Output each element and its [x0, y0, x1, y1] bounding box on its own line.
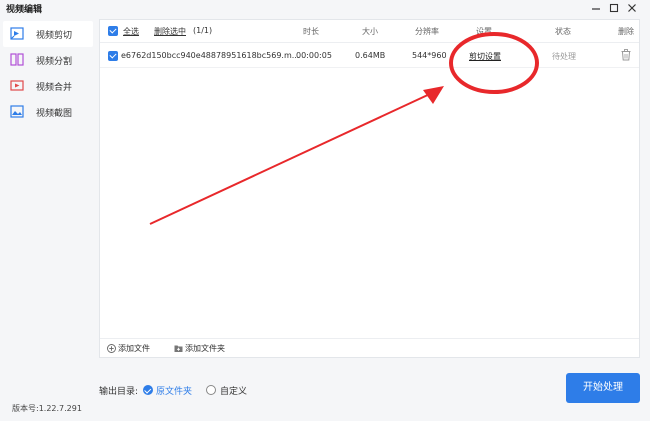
- option-custom-label[interactable]: 自定义: [220, 384, 247, 397]
- file-count: (1/1): [193, 26, 213, 35]
- file-name: e6762d150bcc940e48878951618bc569.m...: [121, 51, 300, 60]
- sidebar-item-label: 视频剪切: [36, 31, 73, 41]
- version-label: 版本号:1.22.7.291: [12, 404, 82, 413]
- panel-footer: 添加文件 添加文件夹: [100, 338, 639, 358]
- close-icon[interactable]: [625, 1, 639, 15]
- plus-circle-icon: [107, 344, 116, 353]
- sidebar-item-video-screenshot[interactable]: 视频截图: [3, 99, 93, 125]
- delete-selected-link[interactable]: 删除选中: [154, 26, 186, 37]
- trash-icon[interactable]: [621, 49, 631, 63]
- sidebar-item-label: 视频截图: [36, 109, 73, 119]
- column-header-duration: 时长: [303, 27, 319, 36]
- row-checkbox[interactable]: [108, 51, 118, 61]
- folder-plus-icon: [174, 344, 183, 353]
- table-row[interactable]: e6762d150bcc940e48878951618bc569.m... 00…: [100, 44, 639, 68]
- sidebar-item-video-cut[interactable]: 视频剪切: [3, 21, 93, 47]
- column-header-settings: 设置: [476, 27, 492, 36]
- file-duration: 00:00:05: [296, 51, 332, 60]
- cut-settings-link[interactable]: 剪切设置: [469, 51, 501, 62]
- status-badge: 待处理: [552, 52, 576, 61]
- sidebar-item-video-merge[interactable]: 视频合并: [3, 73, 93, 99]
- window-title: 视频编辑: [6, 5, 43, 15]
- table-header: 全选 删除选中 (1/1) 时长 大小 分辨率 设置 状态 删除: [100, 20, 639, 43]
- maximize-icon[interactable]: [607, 1, 621, 15]
- file-list-panel: 全选 删除选中 (1/1) 时长 大小 分辨率 设置 状态 删除 e6762d1…: [99, 19, 640, 358]
- minimize-icon[interactable]: [589, 1, 603, 15]
- radio-custom[interactable]: [206, 385, 216, 395]
- sidebar: 视频剪切 视频分割 视频合并 视频截图: [0, 17, 94, 421]
- output-label: 输出目录:: [99, 387, 139, 397]
- add-file-button[interactable]: 添加文件: [107, 343, 162, 355]
- file-size: 0.64MB: [355, 51, 386, 60]
- select-all-link[interactable]: 全选: [123, 26, 139, 37]
- sidebar-item-label: 视频合并: [36, 83, 73, 93]
- start-processing-button[interactable]: 开始处理: [566, 373, 640, 403]
- title-bar: 视频编辑: [0, 0, 650, 17]
- video-screenshot-icon: [10, 105, 24, 118]
- sidebar-item-label: 视频分割: [36, 57, 73, 67]
- add-file-label: 添加文件: [118, 344, 150, 353]
- video-split-icon: [10, 53, 24, 66]
- column-header-delete: 删除: [618, 27, 634, 36]
- add-folder-label: 添加文件夹: [185, 344, 225, 353]
- select-all-checkbox[interactable]: [108, 26, 118, 36]
- column-header-status: 状态: [555, 27, 571, 36]
- video-merge-icon: [10, 79, 24, 92]
- add-folder-button[interactable]: 添加文件夹: [174, 343, 239, 355]
- video-cut-icon: [10, 27, 24, 40]
- column-header-resolution: 分辨率: [415, 27, 439, 36]
- sidebar-item-video-split[interactable]: 视频分割: [3, 47, 93, 73]
- file-resolution: 544*960: [412, 51, 447, 60]
- option-source-folder-label[interactable]: 原文件夹: [156, 384, 192, 397]
- column-header-size: 大小: [362, 27, 378, 36]
- radio-source-folder[interactable]: [143, 385, 153, 395]
